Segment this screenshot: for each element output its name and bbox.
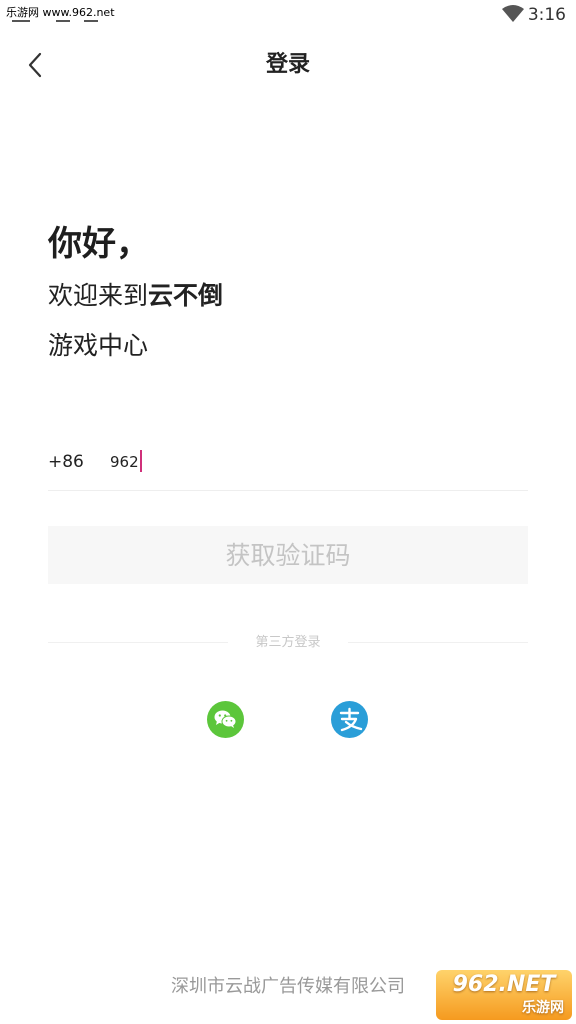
wechat-icon — [214, 710, 237, 728]
watermark-logo-top: 962.NET — [452, 972, 556, 997]
welcome-prefix: 欢迎来到 — [48, 281, 149, 310]
greeting-hello: 你好， — [48, 224, 150, 264]
third-party-label: 第三方登录 — [255, 635, 321, 650]
greeting-subtitle: 游戏中心 — [48, 331, 149, 360]
header: 登录 — [0, 32, 576, 98]
watermark-text: 乐游网 www.962.net — [4, 6, 117, 20]
phone-row: +86 — [48, 440, 528, 491]
watermark-logo: 962.NET 乐游网 — [436, 970, 572, 1020]
get-code-button[interactable]: 获取验证码 — [48, 526, 528, 584]
text-caret — [140, 450, 142, 472]
status-time: 3:16 — [527, 5, 566, 25]
divider-line-right — [348, 642, 528, 643]
country-code[interactable]: +86 — [48, 450, 84, 474]
page-title: 登录 — [265, 52, 310, 77]
welcome-line: 欢迎来到云不倒 — [48, 276, 223, 316]
greeting: 你好， 欢迎来到云不倒 游戏中心 — [48, 220, 223, 366]
watermark-logo-bottom: 乐游网 — [522, 1000, 564, 1016]
alipay-icon — [339, 707, 363, 732]
status-bar: 乐游网 www.962.net 3:16 — [0, 0, 576, 32]
wechat-login-button[interactable] — [207, 701, 244, 738]
alipay-login-button[interactable] — [331, 701, 368, 738]
third-party-divider: 第三方登录 — [48, 632, 528, 654]
brand-name: 云不倒 — [148, 281, 224, 310]
wifi-icon — [502, 5, 524, 22]
phone-input[interactable] — [110, 446, 510, 478]
notification-icons — [12, 20, 98, 26]
